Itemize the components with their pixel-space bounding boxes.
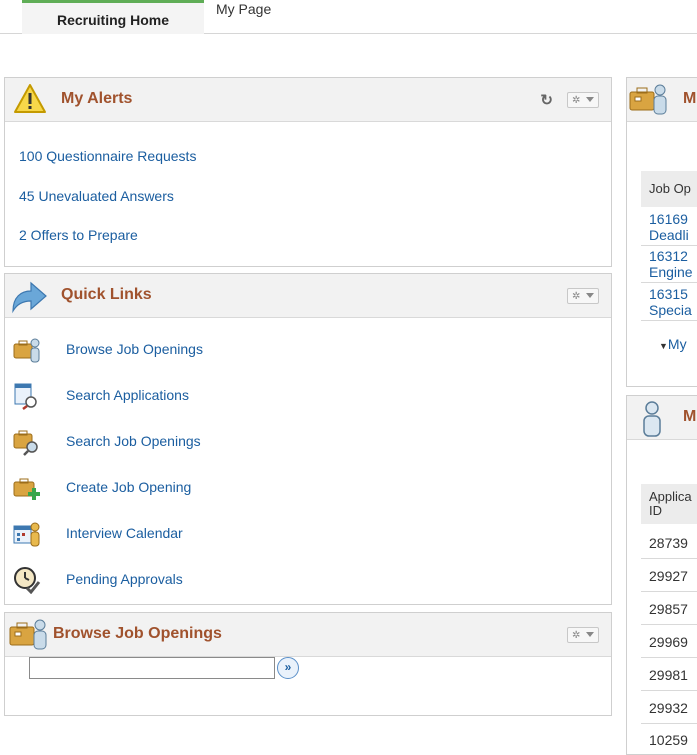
alert-link-offers-to-prepare[interactable]: 2 Offers to Prepare: [19, 227, 138, 243]
quick-link-interview-calendar[interactable]: Interview Calendar: [13, 520, 413, 548]
job-opening-id[interactable]: 16169: [649, 211, 689, 227]
row-divider: [641, 282, 697, 283]
row-divider: [641, 591, 697, 592]
quick-link-search-applications-label: Search Applications: [66, 387, 189, 403]
gear-icon: ✲: [572, 95, 581, 106]
chevron-down-icon: [586, 632, 594, 637]
applicant-id-cell: 29927: [649, 568, 688, 584]
quick-link-pending-approvals[interactable]: Pending Approvals: [13, 566, 413, 594]
arrow-right-icon: [12, 281, 47, 314]
quick-link-pending-approvals-label: Pending Approvals: [66, 571, 183, 587]
gear-icon: ✲: [572, 291, 581, 302]
browse-job-openings-input[interactable]: [29, 657, 275, 679]
quick-links-settings-menu[interactable]: ✲: [567, 288, 599, 304]
quick-links-header: Quick Links ✲: [5, 274, 611, 318]
browse-job-openings-header: Browse Job Openings ✲: [5, 613, 611, 657]
chevron-down-icon: [586, 97, 594, 102]
go-button[interactable]: »: [277, 657, 299, 679]
page-tabs: Recruiting Home My Page: [0, 0, 697, 34]
my-job-openings-title: M: [683, 90, 697, 107]
briefcase-plus-icon: [13, 478, 40, 500]
applicant-id-cell: 29969: [649, 634, 688, 650]
job-opening-title[interactable]: Specia: [649, 302, 692, 318]
applicant-id-column-header: Applica ID: [641, 484, 697, 524]
quick-link-search-job-openings-label: Search Job Openings: [66, 433, 201, 449]
job-opening-id[interactable]: 16315: [649, 286, 692, 302]
calendar-person-icon: [13, 522, 40, 547]
tab-recruiting-home[interactable]: Recruiting Home: [22, 0, 204, 34]
quick-link-search-job-openings[interactable]: Search Job Openings: [13, 428, 413, 456]
browse-job-openings-pod: Browse Job Openings ✲ »: [4, 612, 612, 716]
gear-icon: ✲: [572, 630, 581, 641]
my-applicants-title: M: [683, 408, 697, 425]
quick-links-pod: Quick Links ✲ Browse Job Openings Search…: [4, 273, 612, 605]
my-alerts-header: My Alerts ↻ ✲: [5, 78, 611, 122]
row-divider: [641, 690, 697, 691]
row-divider: [641, 624, 697, 625]
my-alerts-title: My Alerts: [61, 90, 133, 107]
row-divider: [641, 245, 697, 246]
applicant-id-header-line1: Applica: [649, 489, 692, 504]
row-divider: [641, 558, 697, 559]
quick-link-create-job-opening-label: Create Job Opening: [66, 479, 192, 495]
applicant-id-cell: 10259: [649, 732, 688, 748]
alert-link-unevaluated-answers[interactable]: 45 Unevaluated Answers: [19, 188, 174, 204]
quick-link-interview-calendar-label: Interview Calendar: [66, 525, 183, 541]
briefcase-person-icon: [9, 619, 47, 650]
my-applicants-header: M: [627, 396, 697, 440]
applicant-id-cell: 29981: [649, 667, 688, 683]
triangle-down-icon: ▼: [659, 341, 668, 351]
quick-link-create-job-opening[interactable]: Create Job Opening: [13, 474, 413, 502]
quick-link-browse-job-openings[interactable]: Browse Job Openings: [13, 336, 413, 364]
my-applicants-pod: M Applica ID 28739 29927 29857 29969 299…: [626, 395, 697, 755]
applicant-id-header-line2: ID: [649, 503, 662, 518]
more-link-label: My: [667, 336, 687, 352]
quick-link-browse-job-openings-label: Browse Job Openings: [66, 341, 203, 357]
my-alerts-settings-menu[interactable]: ✲: [567, 92, 599, 108]
row-divider: [641, 320, 697, 321]
applicant-id-cell: 29932: [649, 700, 688, 716]
document-magnifier-icon: [14, 383, 37, 410]
tab-my-page[interactable]: My Page: [216, 0, 271, 26]
more-link[interactable]: ▼My: [659, 336, 687, 352]
browse-job-openings-settings-menu[interactable]: ✲: [567, 627, 599, 643]
briefcase-search-icon: [13, 430, 38, 456]
job-opening-title[interactable]: Deadli: [649, 227, 689, 243]
applicant-id-cell: 29857: [649, 601, 688, 617]
briefcase-person-icon: [13, 338, 40, 363]
job-openings-column-header-label: Job Op: [649, 181, 691, 196]
person-icon: [643, 401, 661, 437]
job-opening-id[interactable]: 16312: [649, 248, 693, 264]
row-divider: [641, 657, 697, 658]
job-opening-row[interactable]: 16169 Deadli: [649, 211, 689, 243]
my-job-openings-header: M: [627, 78, 697, 122]
briefcase-person-icon: [629, 84, 667, 115]
job-openings-column-header: Job Op: [641, 171, 697, 207]
job-opening-row[interactable]: 16315 Specia: [649, 286, 692, 318]
tab-recruiting-home-label: Recruiting Home: [56, 12, 169, 28]
my-alerts-pod: My Alerts ↻ ✲ 100 Questionnaire Requests…: [4, 77, 612, 267]
my-job-openings-pod: M Job Op 16169 Deadli 16312 Engine 16315…: [626, 77, 697, 387]
warning-icon: [14, 84, 46, 113]
job-opening-title[interactable]: Engine: [649, 264, 693, 280]
browse-job-openings-title: Browse Job Openings: [53, 625, 222, 642]
refresh-icon[interactable]: ↻: [540, 91, 553, 109]
row-divider: [641, 723, 697, 724]
clock-check-icon: [14, 567, 41, 594]
applicant-id-cell: 28739: [649, 535, 688, 551]
chevron-down-icon: [586, 293, 594, 298]
quick-links-title: Quick Links: [61, 286, 152, 303]
alert-link-questionnaire-requests[interactable]: 100 Questionnaire Requests: [19, 148, 196, 164]
job-opening-row[interactable]: 16312 Engine: [649, 248, 693, 280]
quick-link-search-applications[interactable]: Search Applications: [13, 382, 413, 410]
